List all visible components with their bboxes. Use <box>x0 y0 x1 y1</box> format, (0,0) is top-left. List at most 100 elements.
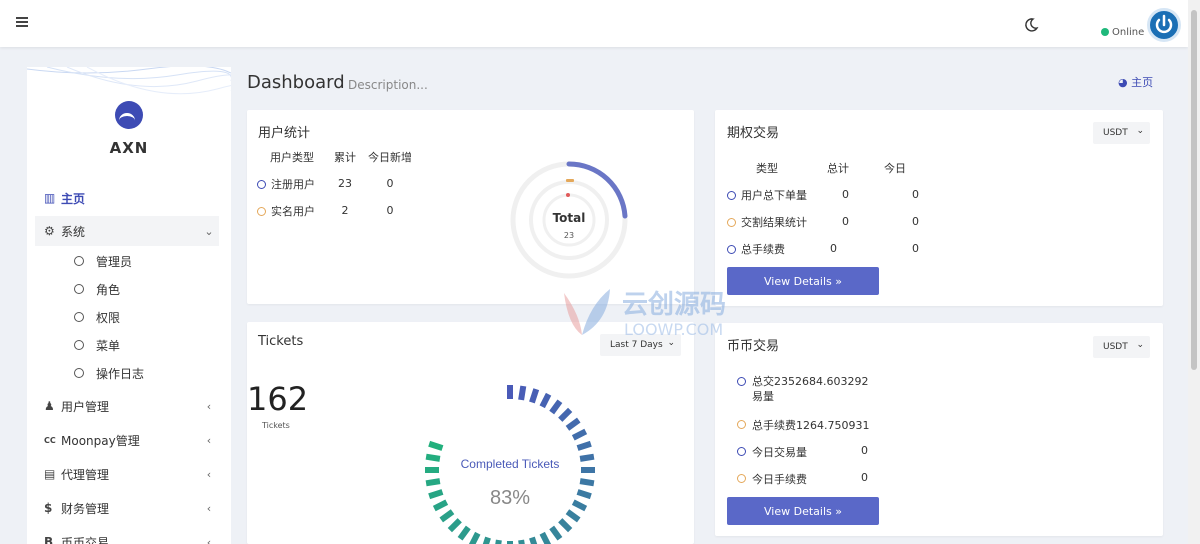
gauge-segment-filled <box>480 536 491 544</box>
sidebar-subitem-role[interactable]: 角色 <box>74 278 120 300</box>
breadcrumb[interactable]: ◕ 主页 <box>1118 74 1153 90</box>
gauge-value: 83% <box>490 487 530 509</box>
chevron-left-icon: ‹ <box>206 535 212 544</box>
chevron-left-icon: ‹ <box>206 399 212 413</box>
gauge-segment-filled <box>571 428 588 441</box>
top-bar: Online <box>0 0 1188 47</box>
currency-select[interactable]: USDT ⌄ <box>1093 122 1150 144</box>
gauge-segment-filled <box>565 509 581 523</box>
chevron-down-icon: ⌄ <box>1136 126 1144 136</box>
currency-select[interactable]: USDT ⌄ <box>1093 336 1150 358</box>
gauge-segment-filled <box>439 509 455 523</box>
sidebar-subitem-menu[interactable]: 菜单 <box>74 334 120 356</box>
gauge-segment-empty <box>433 429 448 441</box>
sidebar-subitem-admin[interactable]: 管理员 <box>74 250 132 272</box>
gauge-segment-filled <box>493 539 502 544</box>
sidebar-item-moonpay[interactable]: CC Moonpay管理 ‹ <box>35 425 219 455</box>
online-status: Online <box>1101 27 1144 38</box>
circle-icon <box>74 256 84 266</box>
list-item: 今日交易量 0 <box>737 444 868 460</box>
gauge-segment-filled <box>565 417 581 431</box>
gauge-segment-filled <box>558 407 573 422</box>
sidebar: AXN ▥ 主页 ⚙ 系统 ⌄ 管理员 角色 权限 菜单 操作日志 ♟ 用户管理… <box>27 67 231 544</box>
circle-icon <box>727 244 736 254</box>
date-range-select[interactable]: Last 7 Days ⌄ <box>600 334 681 356</box>
options-trade-table: 类型 总计 今日 用户总下单量 0 0 交割结果统计 0 0 总手续费 0 0 <box>727 154 921 262</box>
circle-icon <box>737 474 746 483</box>
tickets-gauge: Completed Tickets 83% <box>425 385 595 544</box>
gauge-segment-filled <box>579 453 595 462</box>
menu-toggle-icon[interactable] <box>16 17 28 27</box>
user-avatar[interactable] <box>1147 8 1181 42</box>
card-title: 币币交易 <box>727 339 780 354</box>
circle-icon <box>737 377 746 386</box>
scrollbar-thumb[interactable] <box>1191 10 1197 370</box>
circle-icon <box>74 340 84 350</box>
gauge-segment-empty <box>469 393 481 408</box>
circle-icon <box>737 420 746 429</box>
dark-mode-icon[interactable] <box>1023 17 1039 33</box>
tickets-count-label: Tickets <box>262 421 290 430</box>
donut-total-value: 23 <box>564 231 574 240</box>
circle-icon <box>74 284 84 294</box>
gauge-segment-filled <box>579 478 595 487</box>
gauge-segment-filled <box>576 440 592 451</box>
table-row: 交割结果统计 0 0 <box>727 208 921 235</box>
dollar-icon: $ <box>44 501 53 515</box>
gauge-segment-filled <box>549 399 563 415</box>
table-row: 总手续费 0 0 <box>727 235 921 262</box>
tickets-card: Tickets Last 7 Days ⌄ Completed Tickets 8… <box>247 322 694 544</box>
gauge-segment-filled <box>425 478 441 487</box>
gauge-segment-filled <box>529 536 540 544</box>
sidebar-subitem-permission[interactable]: 权限 <box>74 306 120 328</box>
sidebar-item-users[interactable]: ♟ 用户管理 ‹ <box>35 391 219 421</box>
gauge-segment-filled <box>447 518 462 533</box>
list-item: 总手续费1264.750931 <box>737 417 869 433</box>
brand-name: AXN <box>109 139 149 157</box>
table-header-row: 类型 总计 今日 <box>756 161 906 175</box>
gauge-segment-filled <box>518 539 527 544</box>
table-row: 用户总下单量 0 0 <box>727 181 921 208</box>
gauge-segment-empty <box>448 408 462 422</box>
coin-view-details-button[interactable]: View Details » <box>727 497 879 525</box>
gauge-segment-filled <box>425 453 441 462</box>
sidebar-item-finance[interactable]: $ 财务管理 ‹ <box>35 493 219 523</box>
gauge-segment-empty <box>494 386 502 401</box>
donut-arc-verified <box>566 179 574 182</box>
tickets-count: 162 <box>247 380 309 418</box>
gauge-segment-filled <box>428 440 444 451</box>
gauge-segment-empty <box>458 399 471 414</box>
page-scrollbar[interactable] <box>1188 0 1200 544</box>
sidebar-item-system[interactable]: ⚙ 系统 ⌄ <box>35 216 219 246</box>
id-card-icon: ▤ <box>44 467 56 481</box>
options-view-details-button[interactable]: View Details » <box>727 267 879 295</box>
circle-icon <box>74 368 84 378</box>
page-description: Description... <box>348 78 428 92</box>
gauge-segment-filled <box>539 392 552 409</box>
list-item: 总交2352684.603292 易量 <box>737 374 868 404</box>
chevron-down-icon: ⌄ <box>204 224 214 238</box>
user-stats-table: 用户类型 累计 今日新增 注册用户 23 0 实名用户 2 0 <box>257 143 417 224</box>
circle-icon <box>727 190 736 200</box>
gauge-segment-filled <box>518 385 527 401</box>
sidebar-item-home[interactable]: ▥ 主页 <box>35 183 219 213</box>
card-title: 用户统计 <box>258 126 311 141</box>
sidebar-item-coin-trade[interactable]: B 币币交易 ‹ <box>35 527 219 544</box>
circle-icon <box>257 179 266 189</box>
gauge-segment-filled <box>468 531 481 544</box>
users-icon: ♟ <box>44 399 55 413</box>
card-title: Tickets <box>258 334 304 349</box>
chevron-left-icon: ‹ <box>206 467 212 481</box>
cc-icon: CC <box>44 435 56 445</box>
gauge-segment-filled <box>529 388 540 404</box>
dashboard-icon: ◕ <box>1118 76 1132 89</box>
sidebar-subitem-log[interactable]: 操作日志 <box>74 362 144 384</box>
brand-logo <box>115 101 143 129</box>
gauge-segment-filled <box>425 467 439 473</box>
sidebar-item-agents[interactable]: ▤ 代理管理 ‹ <box>35 459 219 489</box>
circle-icon <box>257 206 266 216</box>
gauge-label: Completed Tickets <box>461 457 560 471</box>
donut-total-label: Total <box>553 211 586 225</box>
gauge-segment-filled <box>507 385 513 399</box>
gauge-segment-empty <box>439 418 454 431</box>
